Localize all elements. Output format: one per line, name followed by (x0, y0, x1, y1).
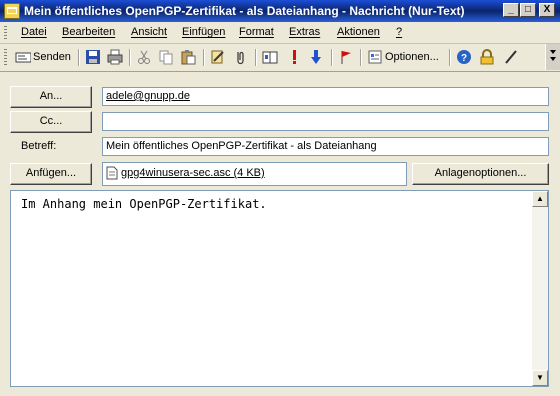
attachment-well: gpg4winusera-sec.asc (4 KB) (102, 162, 407, 186)
sign-button[interactable] (503, 49, 519, 65)
copy-button[interactable] (158, 49, 174, 65)
cc-button[interactable]: Cc... (10, 111, 92, 133)
scissors-icon (138, 50, 150, 64)
importance-high-button[interactable] (286, 49, 302, 65)
save-button[interactable] (85, 49, 101, 65)
svg-text:?: ? (461, 53, 467, 64)
toolbar-grip[interactable] (4, 49, 7, 65)
toolbar-separator (331, 49, 333, 66)
menu-datei[interactable]: Datei (21, 26, 47, 38)
lock-icon (480, 49, 494, 65)
standard-toolbar: Senden Optionen... ? (0, 44, 540, 70)
menu-bearbeiten[interactable]: Bearbeiten (62, 26, 115, 38)
scroll-down-button[interactable]: ▼ (532, 370, 548, 386)
menu-aktionen[interactable]: Aktionen (337, 26, 380, 38)
menu-extras[interactable]: Extras (289, 26, 320, 38)
address-book-button[interactable] (262, 49, 278, 65)
options-button[interactable]: Optionen... (367, 49, 439, 65)
paperclip-icon (237, 51, 244, 65)
toolbar-separator (203, 49, 205, 66)
subject-field[interactable]: Mein öffentliches OpenPGP-Zertifikat - a… (102, 137, 549, 156)
minimize-button[interactable]: _ (503, 3, 519, 17)
pen-icon (505, 50, 517, 64)
window-title: Mein öffentliches OpenPGP-Zertifikat - a… (24, 4, 465, 18)
copy-icon (159, 50, 173, 65)
help-icon: ? (457, 50, 471, 64)
insert-attachment-button[interactable] (232, 49, 248, 65)
flag-icon (341, 51, 351, 64)
options-label: Optionen... (385, 51, 439, 63)
options-icon (368, 50, 382, 64)
follow-up-flag-button[interactable] (338, 49, 354, 65)
address-book-icon (262, 51, 278, 64)
cut-button[interactable] (136, 49, 152, 65)
attachment-name: gpg4winusera-sec.asc (4 KB) (121, 167, 265, 179)
close-button[interactable]: X (539, 3, 555, 17)
toolbar-separator (78, 49, 80, 66)
importance-low-button[interactable] (308, 49, 324, 65)
address-check-button[interactable] (210, 49, 226, 65)
menu-format[interactable]: Format (239, 26, 274, 38)
menu-grip[interactable] (4, 26, 7, 39)
toolbar-overflow-chevron[interactable] (545, 44, 560, 70)
address-book-check-icon (211, 50, 224, 64)
chevron-down-icon (550, 50, 556, 61)
toolbar-separator (255, 49, 257, 66)
title-bar: Mein öffentliches OpenPGP-Zertifikat - a… (0, 0, 560, 22)
vertical-scrollbar[interactable]: ▲ ▼ (532, 191, 548, 386)
to-field[interactable]: adele@gnupp.de (102, 87, 549, 106)
message-icon (4, 3, 20, 19)
paste-icon (181, 50, 196, 65)
attachment-item[interactable]: gpg4winusera-sec.asc (4 KB) (106, 166, 265, 180)
print-button[interactable] (107, 49, 123, 65)
menu-ansicht[interactable]: Ansicht (131, 26, 167, 38)
document-icon (106, 166, 118, 180)
floppy-disk-icon (86, 50, 100, 64)
body-text: Im Anhang mein OpenPGP-Zertifikat. (21, 197, 267, 211)
attach-button[interactable]: Anfügen... (10, 163, 92, 185)
to-button[interactable]: An... (10, 86, 92, 108)
help-button[interactable]: ? (456, 49, 472, 65)
attachment-options-button[interactable]: Anlagenoptionen... (412, 163, 549, 185)
maximize-button[interactable]: □ (520, 3, 536, 17)
encrypt-button[interactable] (479, 49, 495, 65)
exclamation-icon (293, 50, 296, 64)
scroll-up-button[interactable]: ▲ (532, 191, 548, 207)
cc-field[interactable] (102, 112, 549, 131)
menu-einfuegen[interactable]: Einfügen (182, 26, 225, 38)
arrow-down-icon (311, 50, 321, 64)
menu-bar: Datei Bearbeiten Ansicht Einfügen Format… (0, 22, 560, 44)
menu-help[interactable]: ? (396, 26, 402, 38)
toolbar-separator (449, 49, 451, 66)
toolbar-separator (129, 49, 131, 66)
send-label: Senden (33, 51, 71, 63)
paste-button[interactable] (180, 49, 196, 65)
printer-icon (107, 49, 123, 65)
subject-label: Betreff: (21, 140, 57, 152)
message-form: An... adele@gnupp.de Cc... Betreff: Mein… (0, 71, 560, 396)
toolbar-separator (360, 49, 362, 66)
send-button[interactable]: Senden (15, 49, 71, 65)
message-body[interactable]: Im Anhang mein OpenPGP-Zertifikat. ▲ ▼ (10, 190, 549, 387)
send-icon (15, 52, 31, 63)
